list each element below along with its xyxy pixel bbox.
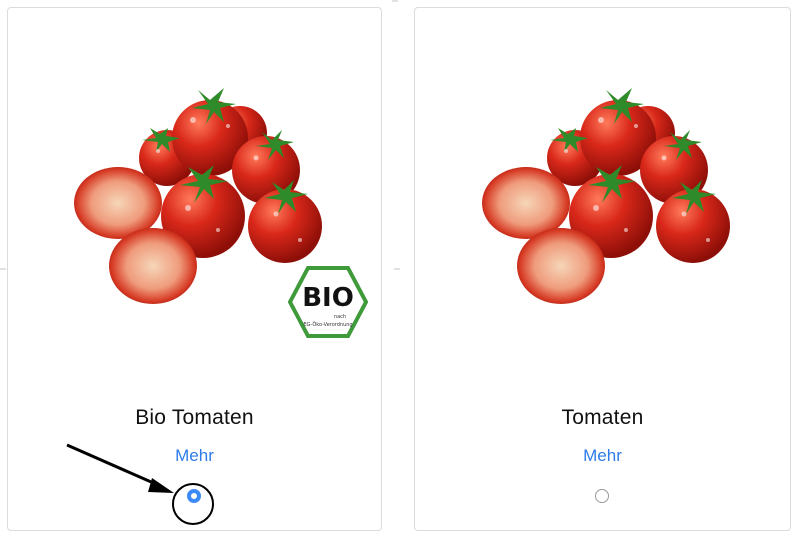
separator-mark bbox=[394, 268, 400, 270]
more-link[interactable]: Mehr bbox=[8, 446, 381, 466]
more-link[interactable]: Mehr bbox=[415, 446, 790, 466]
separator-mark bbox=[0, 268, 6, 270]
highlight-circle bbox=[172, 483, 214, 525]
product-title: Tomaten bbox=[561, 406, 644, 429]
svg-text:nach: nach bbox=[334, 314, 346, 320]
product-card-tomaten[interactable]: Tomaten Mehr bbox=[414, 7, 791, 531]
product-card-bio-tomaten[interactable]: BIO nach EG-Öko-Verordnung Bio Tomaten M… bbox=[7, 7, 382, 531]
bio-seal-icon: BIO nach EG-Öko-Verordnung bbox=[288, 266, 368, 338]
svg-text:BIO: BIO bbox=[302, 283, 354, 313]
svg-text:EG-Öko-Verordnung: EG-Öko-Verordnung bbox=[303, 321, 352, 328]
tomatoes-image bbox=[482, 88, 730, 304]
separator-mark bbox=[392, 0, 398, 2]
select-radio[interactable] bbox=[594, 489, 609, 503]
product-title: Bio Tomaten bbox=[135, 406, 254, 429]
